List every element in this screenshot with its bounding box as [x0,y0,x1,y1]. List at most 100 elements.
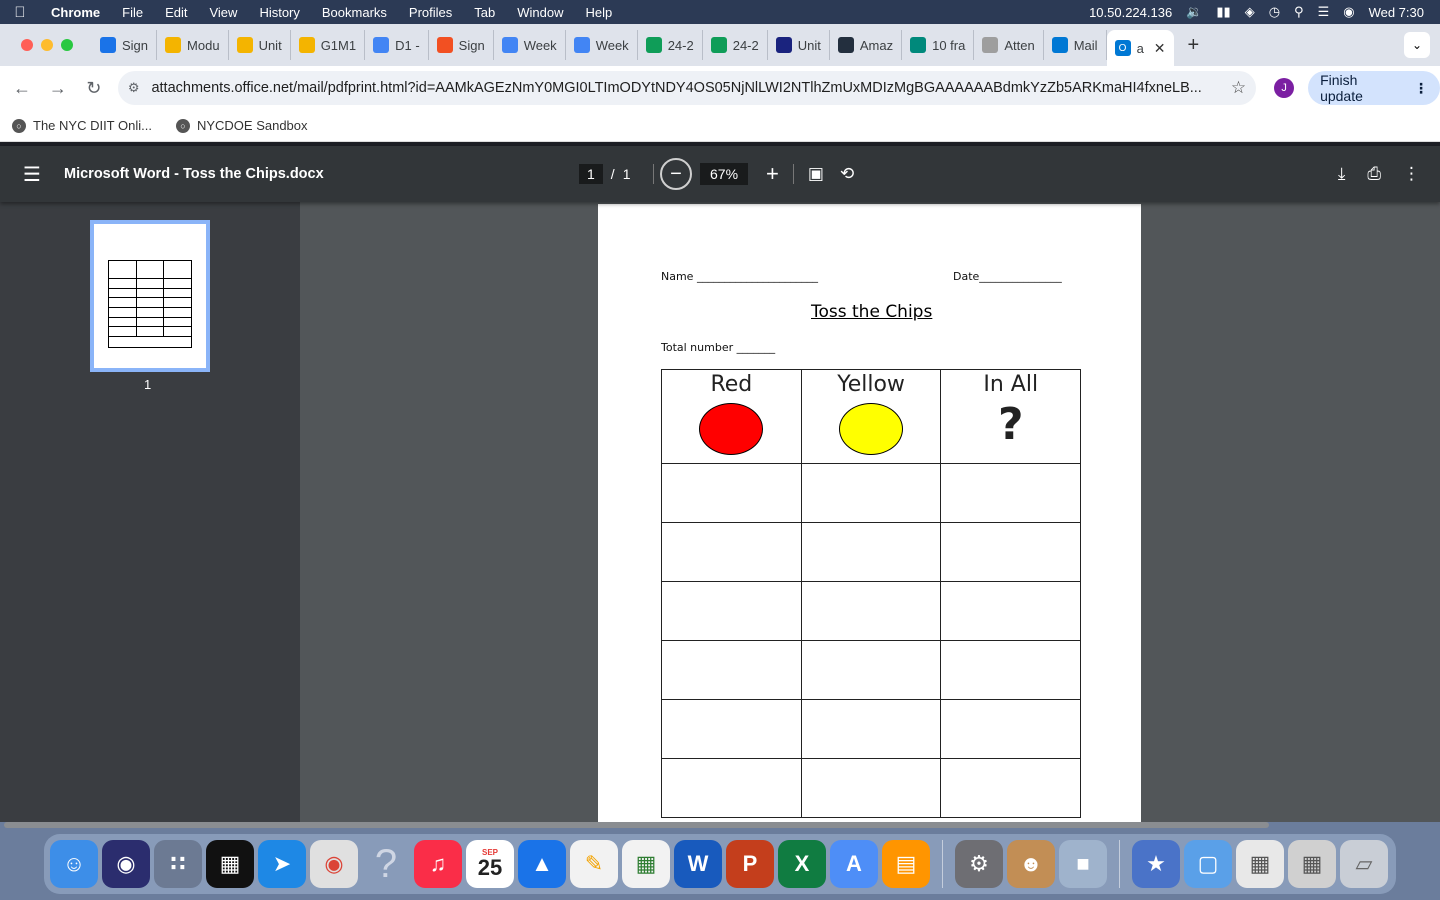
menu-app[interactable]: Chrome [40,5,111,20]
control-center-icon[interactable]: ☰ [1318,4,1330,20]
close-window-button[interactable] [21,39,33,51]
downloads-stack-icon[interactable]: ▦ [1236,840,1284,888]
pages-icon[interactable]: ✎ [570,840,618,888]
bookmark-nyc-diit[interactable]: ○ The NYC DIIT Onli... [0,118,164,133]
menubar-clock[interactable]: Wed 7:30 [1369,5,1424,20]
table-cell [800,463,942,523]
zoom-window-button[interactable] [61,39,73,51]
browser-tab[interactable]: 24-2 [638,30,703,60]
tab-search-dropdown[interactable]: ⌄ [1404,32,1430,58]
tab-label: Week [523,37,557,53]
music-icon[interactable]: ♫ [414,840,462,888]
browser-tab[interactable]: Mail [1044,30,1107,60]
volume-icon[interactable]: 🔉 [1186,4,1202,20]
horizontal-scrollbar[interactable] [4,822,1269,828]
safari-icon[interactable]: ➤ [258,840,306,888]
browser-tab[interactable]: D1 - [365,30,429,60]
dog-app-icon[interactable]: ☻ [1007,840,1055,888]
rotate-icon[interactable]: ⟲ [840,164,854,184]
help-question-icon[interactable]: ? [362,840,410,888]
print-icon[interactable]: ⎙ [1367,164,1381,184]
browser-tab[interactable]: Modu [157,30,229,60]
menu-bookmarks[interactable]: Bookmarks [311,5,398,20]
browser-tab[interactable]: Atten [974,30,1044,60]
documents-folder-icon[interactable]: ▢ [1184,840,1232,888]
books-icon[interactable]: ▤ [882,840,930,888]
chrome-icon[interactable]: ◉ [310,840,358,888]
fit-to-page-icon[interactable]: ▣ [808,164,824,184]
siri-icon[interactable]: ◉ [1343,4,1354,20]
tab-favicon-icon [910,37,927,53]
menu-help[interactable]: Help [575,5,624,20]
browser-tab[interactable]: Unit [229,30,291,60]
page-number-input[interactable]: 1 [579,164,603,184]
ilife-folder-icon[interactable]: ★ [1132,840,1180,888]
url-text[interactable]: attachments.office.net/mail/pdfprint.htm… [151,80,1220,96]
browser-tab[interactable]: Amaz [830,30,903,60]
new-tab-button[interactable]: + [1174,34,1214,57]
browser-tab[interactable]: G1M1 [291,30,366,60]
keynote-icon[interactable]: ▲ [518,840,566,888]
reload-icon[interactable]: ↻ [76,78,112,99]
browser-tab[interactable]: Sign [429,30,494,60]
menu-tab[interactable]: Tab [463,5,506,20]
menu-history[interactable]: History [248,5,310,20]
trash-icon[interactable]: ▱ [1340,840,1388,888]
in-all-label: In All [983,372,1039,397]
bookmark-star-icon[interactable]: ☆ [1231,78,1246,98]
word-icon[interactable]: W [674,840,722,888]
menu-profiles[interactable]: Profiles [398,5,463,20]
hamburger-menu-icon[interactable]: ☰ [0,162,64,187]
powerpoint-icon[interactable]: P [726,840,774,888]
menu-edit[interactable]: Edit [154,5,198,20]
menu-file[interactable]: File [111,5,154,20]
system-settings-icon[interactable]: ⚙ [955,840,1003,888]
menu-window[interactable]: Window [506,5,574,20]
mission-control-icon[interactable]: ▦ [206,840,254,888]
minimize-window-button[interactable] [41,39,53,51]
browser-tab[interactable]: Unit [768,30,830,60]
total-number-line: Total number _______ [661,341,776,354]
wifi-icon[interactable]: ◈ [1245,4,1255,20]
site-info-icon[interactable]: ⚙ [128,80,140,96]
stack-folder-icon[interactable]: ▦ [1288,840,1336,888]
browser-tab[interactable]: Sign [92,30,158,60]
download-icon[interactable]: ⤓ [1338,164,1346,184]
menu-view[interactable]: View [198,5,248,20]
ip-address: 10.50.224.136 [1089,4,1173,20]
forward-arrow-icon[interactable]: → [40,78,76,99]
finder-icon[interactable]: ☺ [50,840,98,888]
launchpad-icon[interactable]: ∷ [154,840,202,888]
thumbnail-table-preview [108,260,192,348]
spotlight-search-icon[interactable]: ⚲ [1294,4,1304,20]
app-store-icon[interactable]: A [830,840,878,888]
close-tab-icon[interactable]: ✕ [1154,40,1166,57]
browser-tab[interactable]: Week [494,30,566,60]
profile-avatar[interactable]: J [1274,78,1295,98]
bookmark-nycdoe-sandbox[interactable]: ○ NYCDOE Sandbox [164,118,320,133]
siri-app-icon[interactable]: ◉ [102,840,150,888]
address-bar[interactable]: ⚙ attachments.office.net/mail/pdfprint.h… [117,71,1257,105]
active-browser-tab[interactable]: Oa ✕ [1106,30,1174,66]
more-options-icon[interactable]: ⋮ [1403,164,1420,184]
finish-update-button[interactable]: Finish update ⋮ [1308,71,1440,105]
browser-tab[interactable]: Week [566,30,638,60]
back-arrow-icon[interactable]: ← [4,78,40,99]
battery-icon[interactable]: ▮▮ [1216,4,1230,20]
zoom-in-button[interactable]: + [766,161,779,187]
more-menu-icon[interactable]: ⋮ [1414,80,1428,97]
browser-tab[interactable]: 24-2 [703,30,768,60]
screenshot-app-icon[interactable]: ■ [1059,840,1107,888]
table-cell [661,522,802,582]
zoom-out-button[interactable]: − [660,158,692,190]
numbers-icon[interactable]: ▦ [622,840,670,888]
toolbar-divider [792,164,794,184]
pdf-viewer-area[interactable]: Name ______________________ Date________… [300,202,1440,822]
browser-tab[interactable]: 10 fra [902,30,975,60]
time-machine-icon[interactable]: ◷ [1269,4,1280,20]
apple-icon[interactable]:  [0,4,40,21]
page-thumbnail[interactable] [90,220,210,372]
calendar-icon[interactable]: SEP 25 [466,840,514,888]
zoom-level-input[interactable]: 67% [700,163,749,185]
excel-icon[interactable]: X [778,840,826,888]
